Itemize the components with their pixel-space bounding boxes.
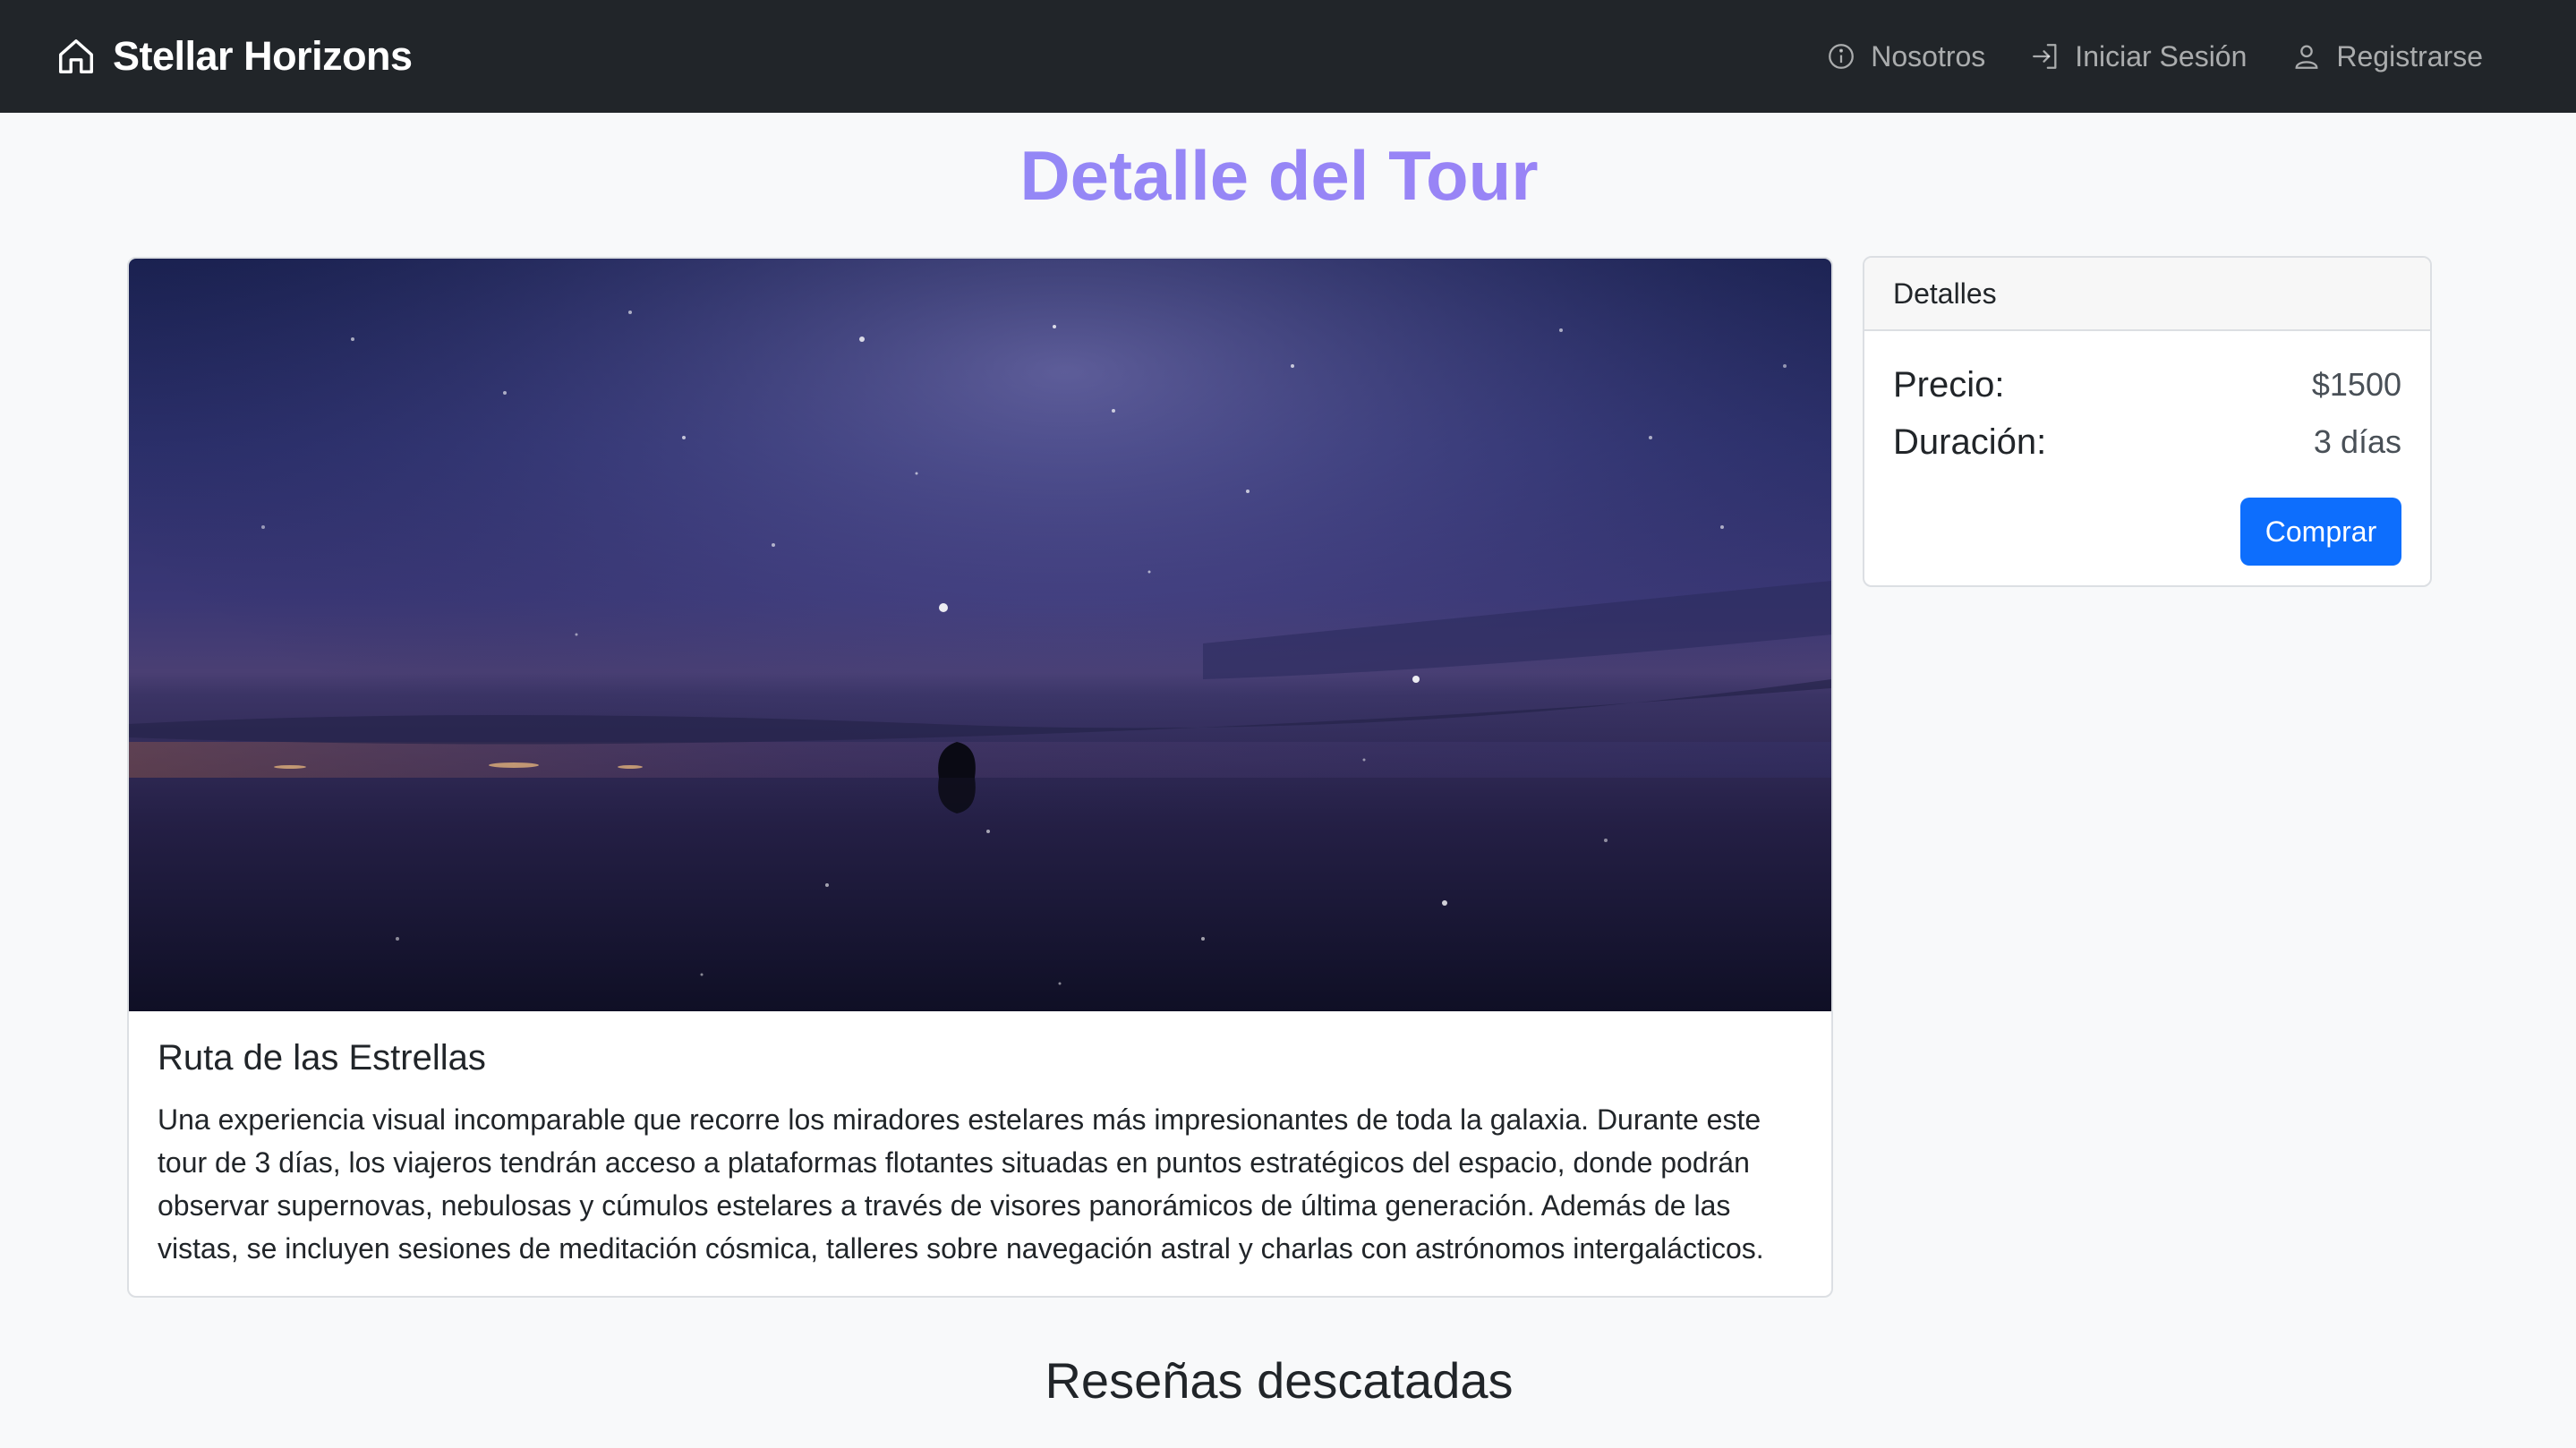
details-card: Detalles Precio: $1500 Duración: 3 días … xyxy=(1863,256,2432,587)
buy-row: Comprar xyxy=(1893,498,2401,566)
tour-description: Una experiencia visual incomparable que … xyxy=(158,1103,1764,1265)
nav-link-login[interactable]: Iniciar Sesión xyxy=(2030,40,2247,73)
nav-link-label: Registrarse xyxy=(2336,39,2483,72)
nav-link-register[interactable]: Registrarse xyxy=(2291,40,2483,73)
nav-link-label: Iniciar Sesión xyxy=(2075,39,2248,72)
nav-link-nosotros[interactable]: Nosotros xyxy=(1826,40,1985,73)
person-icon xyxy=(2295,45,2318,69)
details-body: Precio: $1500 Duración: 3 días Comprar xyxy=(1864,331,2430,585)
nav-link-label: Nosotros xyxy=(1871,39,1986,72)
duration-label: Duración: xyxy=(1893,422,2047,462)
price-value: $1500 xyxy=(2311,366,2401,403)
reviews-title: Reseñas descatadas xyxy=(1045,1352,1514,1409)
price-row: Precio: $1500 xyxy=(1893,356,2401,413)
duration-row: Duración: 3 días xyxy=(1893,413,2401,471)
tour-card: Ruta de las Estrellas Una experiencia vi… xyxy=(127,257,1833,1298)
login-arrow-icon xyxy=(2033,44,2057,69)
info-circle-icon xyxy=(1829,44,1855,69)
tour-body: Ruta de las Estrellas Una experiencia vi… xyxy=(129,1011,1831,1270)
duration-value: 3 días xyxy=(2313,423,2401,460)
top-navbar: Stellar Horizons Nosotros Iniciar Sesión xyxy=(0,0,2576,113)
nav-links: Nosotros Iniciar Sesión Registrarse xyxy=(1781,40,2483,73)
details-header: Detalles xyxy=(1864,258,2430,331)
tour-title: Ruta de las Estrellas xyxy=(158,1038,486,1077)
buy-button[interactable]: Comprar xyxy=(2240,498,2401,566)
brand-link[interactable]: Stellar Horizons xyxy=(55,33,413,80)
home-icon xyxy=(59,39,93,73)
price-label: Precio: xyxy=(1893,364,2005,405)
brand-name: Stellar Horizons xyxy=(113,33,413,79)
page-title: Detalle del Tour xyxy=(0,131,2558,220)
tour-image xyxy=(129,259,1831,1011)
